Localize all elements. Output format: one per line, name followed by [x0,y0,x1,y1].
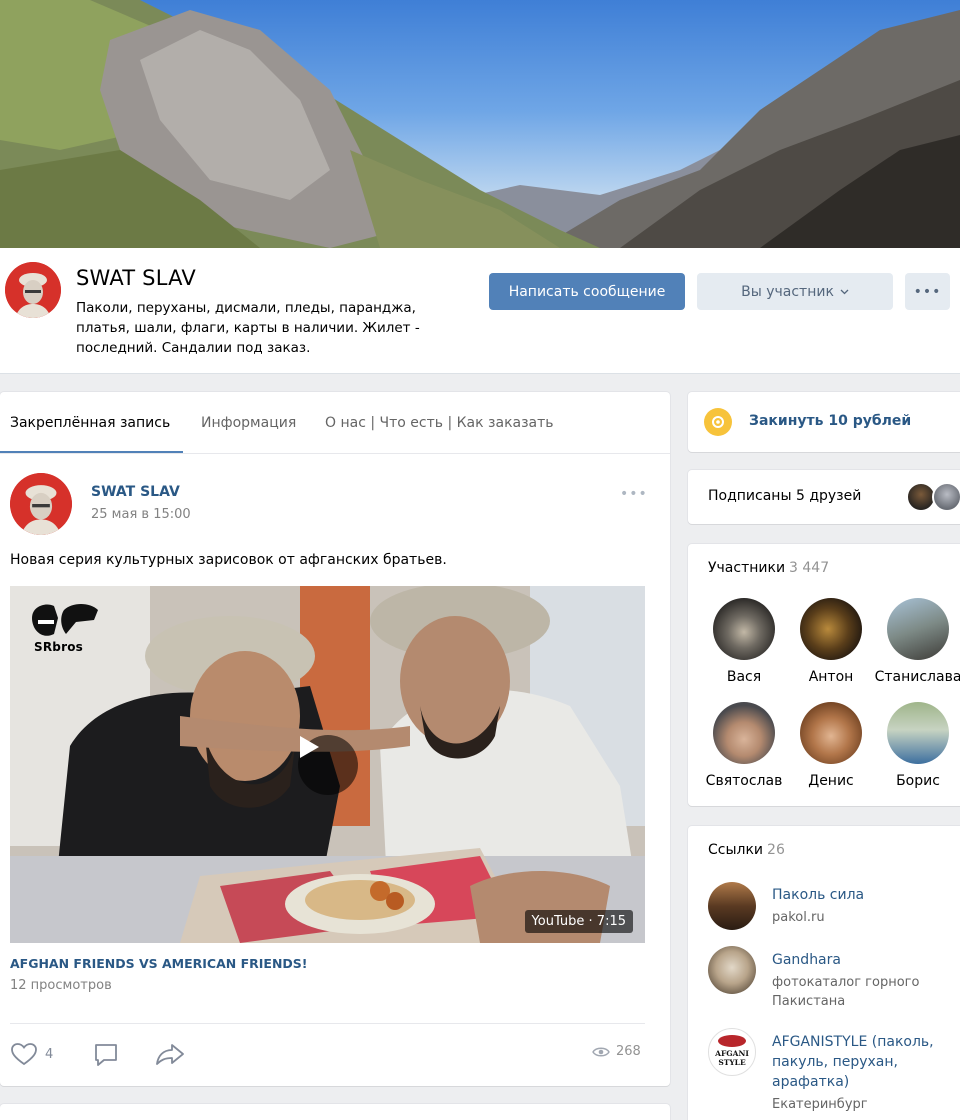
active-tab-indicator [0,451,183,453]
tab-about[interactable]: О нас | Что есть | Как заказать [325,415,554,431]
cover-landscape [0,0,960,248]
group-name: SWAT SLAV [76,266,196,290]
membership-label: Вы участник [741,283,834,300]
member-name[interactable]: Денис [781,773,881,789]
post-author-name[interactable]: SWAT SLAV [91,484,180,500]
like-count: 4 [45,1046,54,1062]
post-view-count: 268 [616,1044,641,1059]
afganistyle-logo-line1: AFGANI [714,1049,749,1058]
coin-icon [704,408,732,436]
member-avatar-denis[interactable] [800,702,862,764]
group-description: Паколи, перуханы, дисмали, пледы, паранд… [76,300,420,356]
wall-card: Закреплённая запись Информация О нас | Ч… [0,392,670,1086]
member-name[interactable]: Вася [694,669,794,685]
video-source-duration: YouTube · 7:15 [524,910,633,933]
share-button[interactable] [155,1042,185,1066]
members-count: 3 447 [789,560,830,576]
cover-image [0,0,960,248]
member-avatar-svyatoslav[interactable] [713,702,775,764]
post-more-button[interactable]: ••• [620,486,648,502]
like-button[interactable]: 4 [10,1042,53,1066]
play-icon [300,736,319,758]
link-subtitle: pakol.ru [772,910,825,925]
membership-dropdown[interactable]: Вы участник [697,273,893,310]
links-title: Ссылки [708,842,764,858]
video-title[interactable]: AFGHAN FRIENDS VS AMERICAN FRIENDS! [10,956,307,971]
post-date[interactable]: 25 мая в 15:00 [91,507,191,522]
friend-avatar[interactable] [932,482,960,512]
send-message-button[interactable]: Написать сообщение [489,273,685,310]
member-name[interactable]: Антон [781,669,881,685]
members-header[interactable]: Участники 3 447 [708,560,829,576]
member-name[interactable]: Станислава [868,669,960,685]
next-post-card [0,1104,670,1120]
member-avatar-boris[interactable] [887,702,949,764]
link-title[interactable]: AFGANISTYLE (паколь, пакуль, перухан, ар… [772,1032,960,1092]
post-text: Новая серия культурных зарисовок от афга… [10,552,447,568]
share-icon [156,1044,184,1065]
member-avatar-vasya[interactable] [713,598,775,660]
link-subtitle: Екатеринбург [772,1097,868,1112]
link-avatar-gandhara[interactable] [708,946,756,994]
post-views: 268 [592,1044,641,1059]
wall-tabs: Закреплённая запись Информация О нас | Ч… [0,392,670,454]
friends-subscribed-card[interactable]: Подписаны 5 друзей [688,470,960,524]
comment-icon [95,1044,117,1066]
link-avatar-pakol[interactable] [708,882,756,930]
member-name[interactable]: Борис [868,773,960,789]
heart-icon [11,1043,37,1066]
video-views: 12 просмотров [10,978,112,993]
link-avatar-afganistyle[interactable]: AFGANI STYLE [708,1028,756,1076]
post-divider [10,1023,645,1024]
member-avatar-anton[interactable] [800,598,862,660]
eye-icon [592,1047,610,1056]
afganistyle-logo: AFGANI STYLE [713,1035,751,1069]
channel-logo-text: SRbros [34,640,83,654]
donate-card[interactable]: Закинуть 10 рублей [688,392,960,452]
group-header: SWAT SLAV Паколи, перуханы, дисмали, пле… [0,248,960,374]
members-title: Участники [708,560,786,576]
link-title[interactable]: Gandhara [772,950,960,970]
links-header[interactable]: Ссылки 26 [708,842,785,858]
members-card: Участники 3 447 Вася Антон Станислава Свя… [688,544,960,806]
video-player[interactable]: SRbros YouTube · 7:15 [10,586,645,943]
link-title[interactable]: Паколь сила [772,885,960,905]
tab-info[interactable]: Информация [201,415,296,431]
play-button[interactable] [298,735,358,795]
friends-subscribed-label: Подписаны 5 друзей [708,488,862,504]
post-author-avatar[interactable] [10,473,72,535]
links-card: Ссылки 26 Паколь сила pakol.ru Gandhara ф… [688,826,960,1120]
group-avatar[interactable] [5,262,61,318]
member-avatar-stanislava[interactable] [887,598,949,660]
comment-button[interactable] [93,1042,119,1068]
link-subtitle: фотокаталог горного Пакистана [772,975,920,1009]
tab-pinned-post[interactable]: Закреплённая запись [10,415,170,431]
links-count: 26 [767,842,785,858]
more-actions-button[interactable]: ••• [905,273,950,310]
chevron-down-icon [840,289,849,294]
donate-label[interactable]: Закинуть 10 рублей [749,413,911,429]
afganistyle-logo-line2: STYLE [718,1058,746,1067]
member-name[interactable]: Святослав [694,773,794,789]
